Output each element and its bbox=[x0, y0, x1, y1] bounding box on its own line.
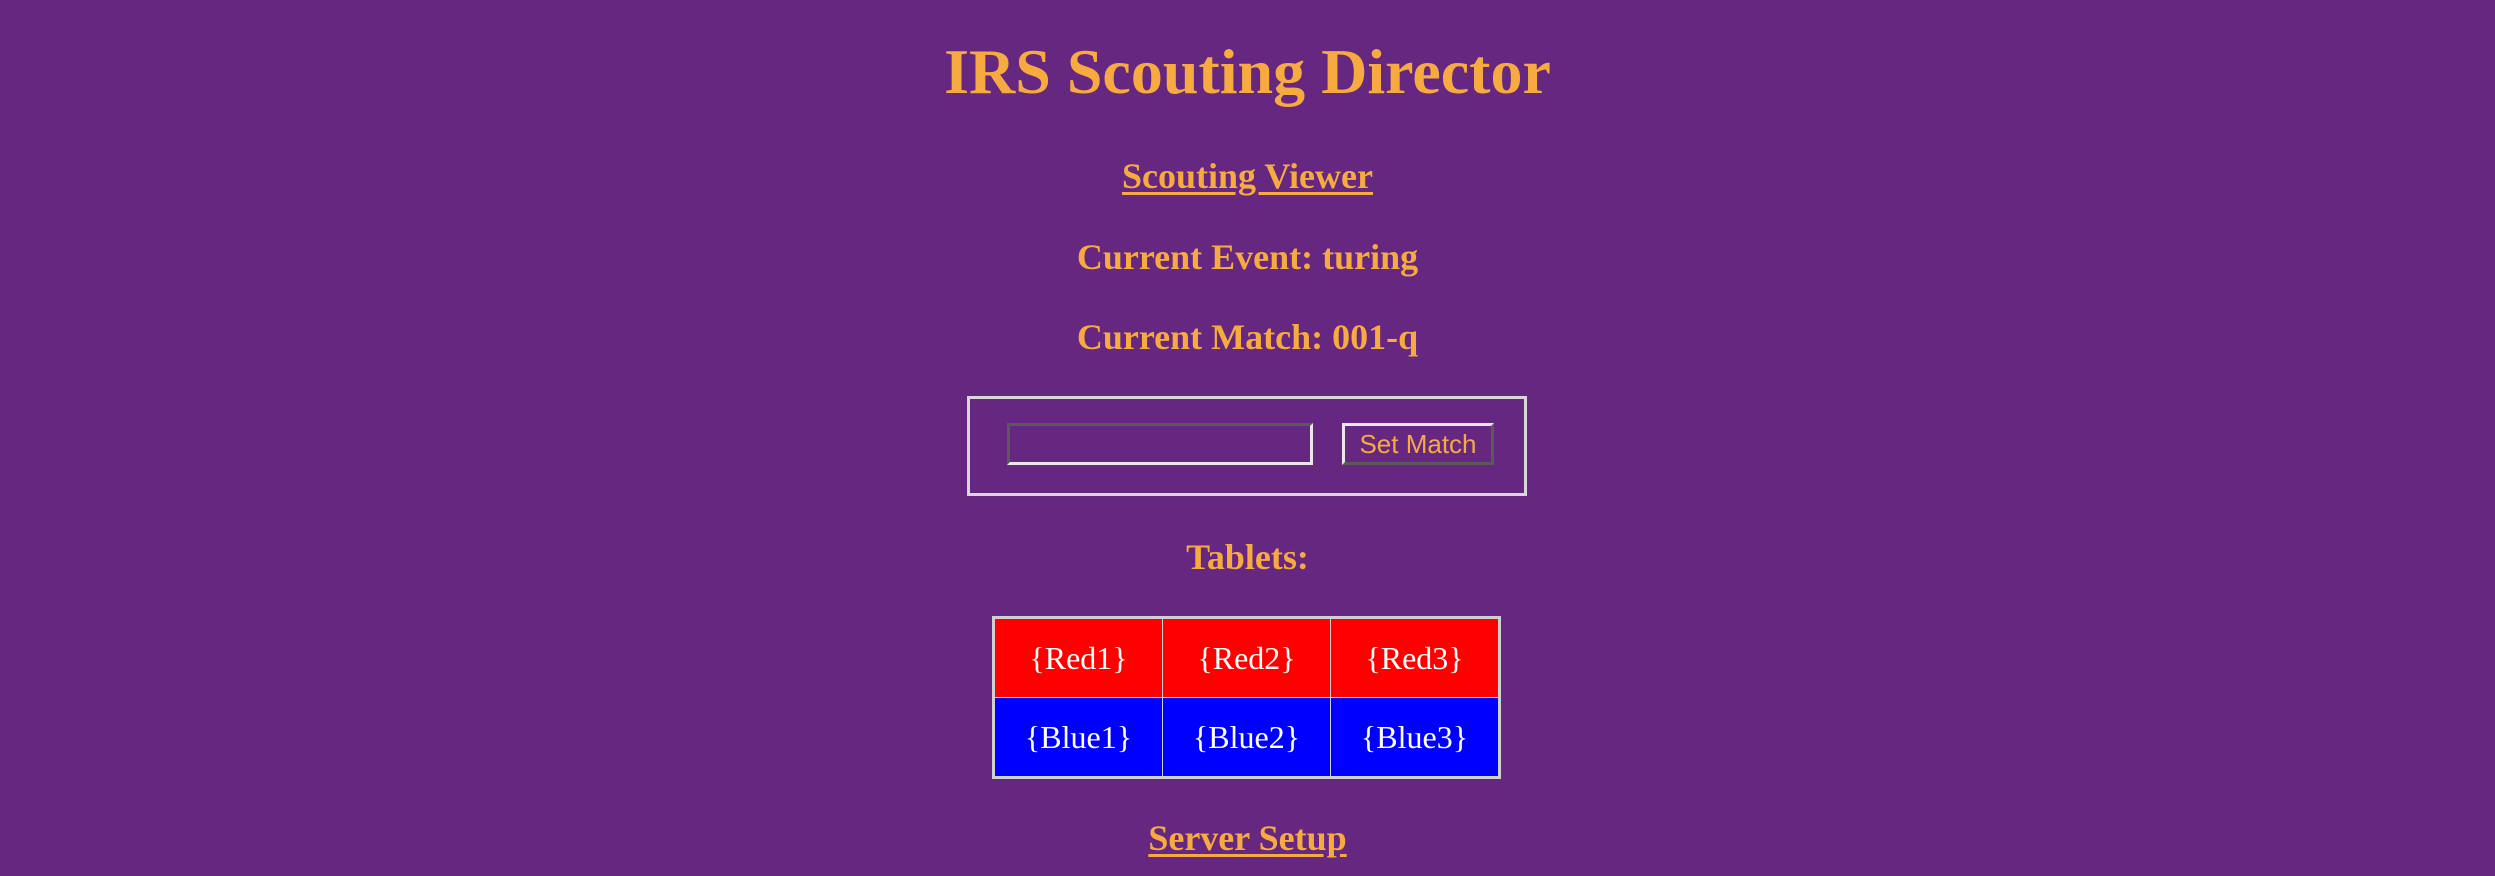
tablet-red3[interactable]: {Red3} bbox=[1330, 617, 1500, 698]
tablets-heading: Tablets: bbox=[1186, 537, 1309, 577]
set-match-button[interactable]: Set Match bbox=[1342, 423, 1494, 465]
scouting-viewer-link-container: Scouting Viewer bbox=[0, 152, 2495, 200]
current-match-label: Current Match: 001-q bbox=[1076, 317, 1419, 357]
red-alliance-row: {Red1} {Red2} {Red3} bbox=[993, 617, 1500, 698]
page-title: IRS Scouting Director bbox=[944, 36, 1551, 107]
tablet-blue2[interactable]: {Blue2} bbox=[1162, 697, 1331, 778]
tablet-red1[interactable]: {Red1} bbox=[993, 617, 1163, 698]
match-input[interactable] bbox=[1007, 423, 1313, 465]
tablet-blue1[interactable]: {Blue1} bbox=[993, 697, 1163, 778]
current-event-label: Current Event: turing bbox=[1076, 237, 1419, 277]
set-match-form: Set Match bbox=[967, 396, 1527, 496]
server-setup-link[interactable]: Server Setup bbox=[1148, 818, 1346, 858]
tablet-blue3[interactable]: {Blue3} bbox=[1330, 697, 1500, 778]
blue-alliance-row: {Blue1} {Blue2} {Blue3} bbox=[993, 697, 1500, 778]
tablets-table: {Red1} {Red2} {Red3} {Blue1} {Blue2} {Bl… bbox=[992, 616, 1501, 779]
server-setup-link-container: Server Setup bbox=[0, 814, 2495, 862]
scouting-viewer-link[interactable]: Scouting Viewer bbox=[1122, 156, 1373, 196]
page-root: IRS Scouting Director Scouting Viewer Cu… bbox=[0, 0, 2495, 876]
tablet-red2[interactable]: {Red2} bbox=[1162, 617, 1331, 698]
